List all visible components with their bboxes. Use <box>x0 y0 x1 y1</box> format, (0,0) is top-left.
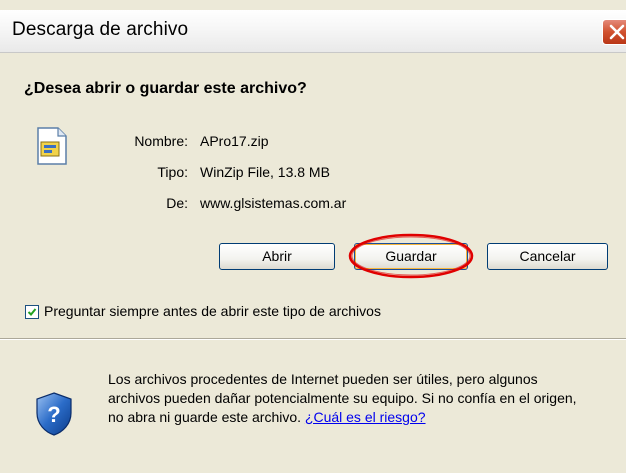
type-label: Tipo: <box>157 164 188 180</box>
from-value: www.glsistemas.com.ar <box>200 195 347 211</box>
open-button[interactable]: Abrir <box>219 243 335 270</box>
close-icon <box>609 24 625 40</box>
always-ask-checkbox[interactable] <box>25 305 39 319</box>
dialog-question: ¿Desea abrir o guardar este archivo? <box>24 80 307 97</box>
cancel-button[interactable]: Cancelar <box>487 243 608 270</box>
name-label: Nombre: <box>134 133 188 149</box>
title-bar[interactable]: Descarga de archivo <box>0 10 626 53</box>
security-shield-icon: ? <box>36 392 72 436</box>
save-highlight-ellipse <box>348 233 474 279</box>
always-ask-label: Preguntar siempre antes de abrir este ti… <box>44 303 381 319</box>
warning-text: Los archivos procedentes de Internet pue… <box>108 370 578 427</box>
type-value: WinZip File, 13.8 MB <box>200 164 330 180</box>
checkmark-icon <box>27 308 37 316</box>
window-title: Descarga de archivo <box>12 19 189 40</box>
close-button[interactable] <box>602 19 626 45</box>
name-value: APro17.zip <box>200 133 269 149</box>
svg-text:?: ? <box>47 402 60 427</box>
file-download-dialog: Descarga de archivo ¿Desea abrir o guard… <box>0 0 626 473</box>
from-label: De: <box>166 195 188 211</box>
zip-file-icon <box>37 127 67 165</box>
risk-link[interactable]: ¿Cuál es el riesgo? <box>305 409 426 425</box>
